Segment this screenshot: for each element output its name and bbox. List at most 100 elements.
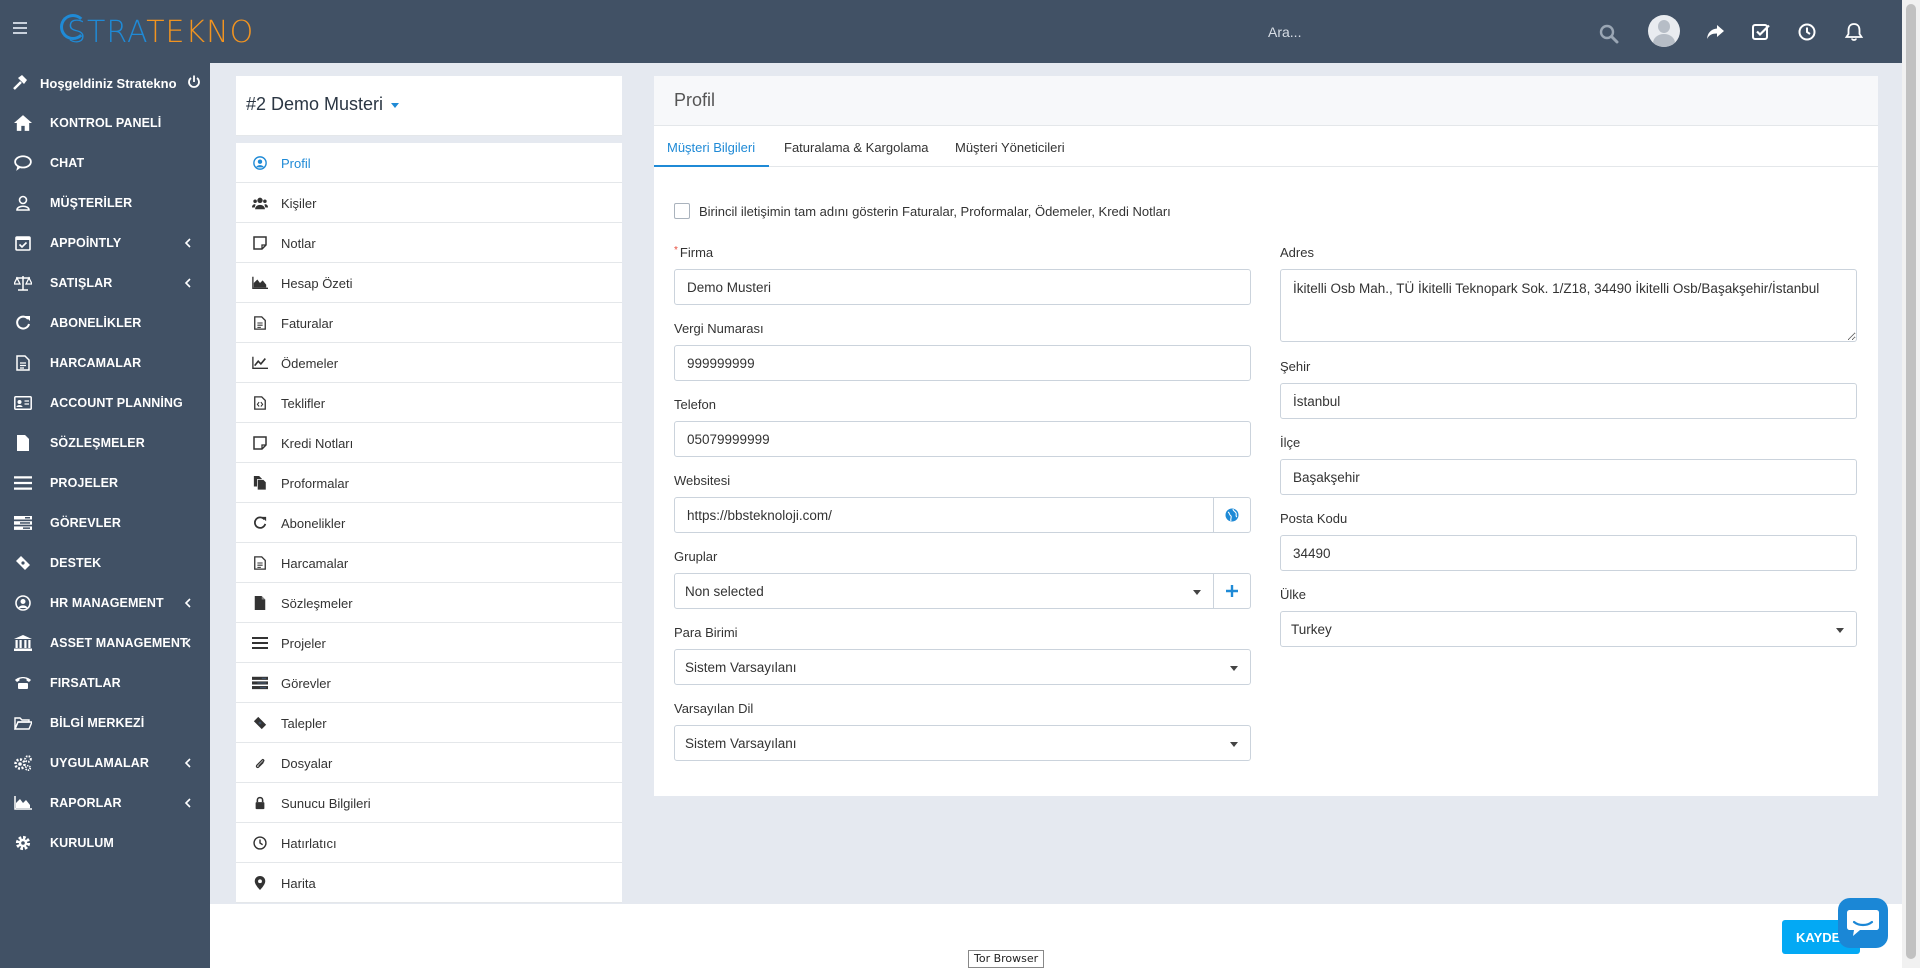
sidebar-item[interactable]: SATIŞLAR [0, 263, 210, 303]
bell-icon[interactable] [1844, 22, 1864, 42]
share-icon[interactable] [1705, 22, 1725, 42]
vergi-input[interactable] [674, 345, 1251, 381]
open-website-button[interactable] [1213, 497, 1251, 533]
sidebar-item[interactable]: HR MANAGEMENT [0, 583, 210, 623]
sidebar-item[interactable]: KURULUM [0, 823, 210, 863]
sidebar-item[interactable]: BİLGİ MERKEZİ [0, 703, 210, 743]
ilce-input[interactable] [1280, 459, 1857, 495]
website-input[interactable] [674, 497, 1214, 533]
balance-scale-icon [14, 275, 32, 291]
customer-title[interactable]: #2 Demo Musteri [246, 94, 400, 115]
profile-menu-item[interactable]: Abonelikler [236, 503, 622, 543]
user-avatar[interactable] [1648, 15, 1680, 47]
sidebar-item[interactable]: APPOİNTLY [0, 223, 210, 263]
varsayilan-dil-label: Varsayılan Dil [674, 701, 754, 716]
profile-menu-item[interactable]: Profil [236, 143, 622, 183]
profile-menu-label: Sözleşmeler [281, 596, 353, 611]
sehir-input[interactable] [1280, 383, 1857, 419]
sidebar-item[interactable]: GÖREVLER [0, 503, 210, 543]
sidebar-item[interactable]: CHAT [0, 143, 210, 183]
profile-menu-item[interactable]: Talepler [236, 703, 622, 743]
para-birimi-select[interactable]: Sistem Varsayılanı [674, 649, 1251, 685]
profile-menu-item[interactable]: Teklifler [236, 383, 622, 423]
chat-widget-button[interactable] [1838, 898, 1888, 948]
profile-menu-item[interactable]: Harcamalar [236, 543, 622, 583]
tab-faturalama-kargolama[interactable]: Faturalama & Kargolama [784, 127, 944, 167]
user-icon [14, 195, 32, 211]
welcome-text: Hoşgeldiniz Stratekno [40, 76, 177, 91]
tab-musteri-bilgileri[interactable]: Müşteri Bilgileri [654, 127, 769, 167]
chevron-left-icon [184, 638, 191, 648]
profile-menu-item[interactable]: Sözleşmeler [236, 583, 622, 623]
sidebar-item-label: KONTROL PANELİ [50, 116, 162, 130]
tasks-icon [14, 515, 32, 531]
profile-menu-item[interactable]: Hatırlatıcı [236, 823, 622, 863]
profile-menu-label: Görevler [281, 676, 331, 691]
sidebar-item[interactable]: KONTROL PANELİ [0, 103, 210, 143]
profile-menu-item[interactable]: Kredi Notları [236, 423, 622, 463]
scrollbar-thumb[interactable] [1906, 4, 1916, 959]
sidebar-item[interactable]: FIRSATLAR [0, 663, 210, 703]
chevron-left-icon [184, 758, 191, 768]
posta-kodu-label: Posta Kodu [1280, 511, 1348, 526]
sidebar-item[interactable]: PROJELER [0, 463, 210, 503]
ulke-select[interactable]: Turkey [1280, 611, 1857, 647]
telefon-input[interactable] [674, 421, 1251, 457]
caret-down-icon [391, 102, 400, 108]
profile-menu-item[interactable]: Dosyalar [236, 743, 622, 783]
profile-menu-item[interactable]: Hesap Özeti [236, 263, 622, 303]
brand-logo[interactable]: STRATEKNO [60, 12, 260, 50]
profile-menu-item[interactable]: Harita [236, 863, 622, 903]
sidebar-item-label: RAPORLAR [50, 796, 122, 810]
varsayilan-dil-value: Sistem Varsayılanı [685, 736, 797, 751]
profile-menu-item[interactable]: Kişiler [236, 183, 622, 223]
chevron-left-icon [184, 238, 191, 248]
sidebar-item-label: ABONELİKLER [50, 316, 142, 330]
sidebar-item-label: ACCOUNT PLANNİNG [50, 396, 183, 410]
profile-menu-item[interactable]: Proformalar [236, 463, 622, 503]
clock-icon[interactable] [1797, 22, 1817, 42]
search-icon[interactable] [1599, 24, 1619, 44]
page-scrollbar[interactable] [1902, 0, 1920, 968]
file-icon [14, 435, 32, 451]
sidebar-item[interactable]: UYGULAMALAR [0, 743, 210, 783]
logo-text: STRATEKNO [67, 15, 255, 50]
line-chart-icon [252, 356, 268, 370]
profile-menu-item[interactable]: Projeler [236, 623, 622, 663]
sidebar-item[interactable]: RAPORLAR [0, 783, 210, 823]
files-icon [252, 476, 268, 490]
profile-menu-item[interactable]: Notlar [236, 223, 622, 263]
sidebar: Hoşgeldiniz Stratekno KONTROL PANELİ CHAT… [0, 63, 210, 968]
profile-menu-item[interactable]: Ödemeler [236, 343, 622, 383]
varsayilan-dil-select[interactable]: Sistem Varsayılanı [674, 725, 1251, 761]
sidebar-item-label: KURULUM [50, 836, 114, 850]
sidebar-item[interactable]: ABONELİKLER [0, 303, 210, 343]
sidebar-item[interactable]: HARCAMALAR [0, 343, 210, 383]
gruplar-select[interactable]: Non selected [674, 573, 1214, 609]
sidebar-item[interactable]: ASSET MANAGEMENT [0, 623, 210, 663]
profile-menu-label: Kişiler [281, 196, 317, 211]
sidebar-item[interactable]: DESTEK [0, 543, 210, 583]
profile-menu-item[interactable]: Görevler [236, 663, 622, 703]
sidebar-item[interactable]: MÜŞTERİLER [0, 183, 210, 223]
profile-menu-item[interactable]: Sunucu Bilgileri [236, 783, 622, 823]
firma-input[interactable] [674, 269, 1251, 305]
sidebar-item[interactable]: SÖZLEŞMELER [0, 423, 210, 463]
firma-label: * Firma [674, 245, 714, 260]
adres-textarea[interactable]: İkitelli Osb Mah., TÜ İkitelli Teknopark… [1280, 269, 1857, 342]
profile-menu-label: Hesap Özeti [281, 276, 353, 291]
sidebar-item[interactable]: ACCOUNT PLANNİNG [0, 383, 210, 423]
tab-musteri-yoneticileri[interactable]: Müşteri Yöneticileri [955, 127, 1105, 167]
show-primary-contact-checkbox[interactable] [674, 203, 690, 219]
power-icon[interactable] [187, 75, 201, 89]
calendar-check-icon [14, 235, 32, 251]
card-title: Profil [674, 90, 716, 110]
menu-toggle-icon[interactable] [13, 22, 27, 34]
add-group-button[interactable] [1213, 573, 1251, 609]
tasks-check-icon[interactable] [1751, 22, 1771, 42]
phone-icon [14, 675, 32, 691]
profile-menu-item[interactable]: Faturalar [236, 303, 622, 343]
chat-bubble-icon [1847, 910, 1879, 936]
posta-kodu-input[interactable] [1280, 535, 1857, 571]
search-input[interactable] [1260, 14, 1630, 50]
